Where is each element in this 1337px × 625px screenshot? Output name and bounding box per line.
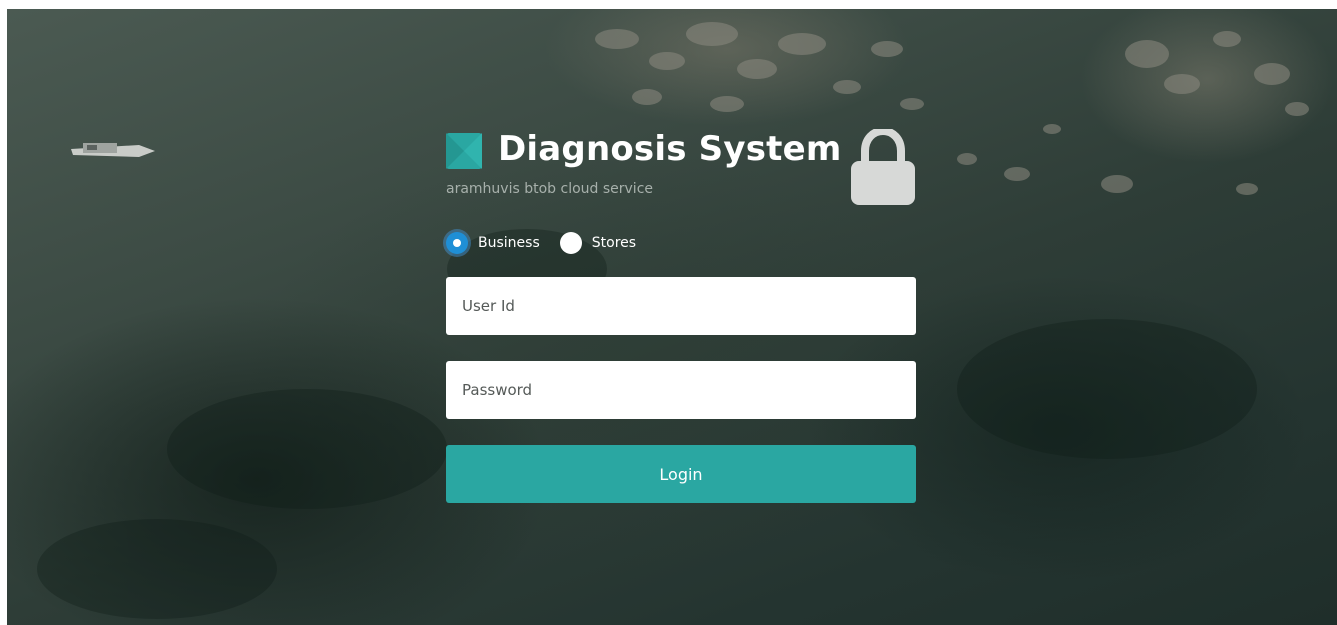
password-input[interactable] — [446, 361, 916, 419]
login-type-selector: Business Stores — [446, 231, 916, 255]
app-title: Diagnosis System — [498, 129, 842, 169]
radio-stores-label: Stores — [591, 235, 637, 251]
radio-unselected-icon[interactable] — [559, 232, 582, 254]
radio-stores[interactable]: Stores — [559, 232, 637, 254]
lock-icon — [851, 129, 915, 205]
radio-business-label: Business — [478, 235, 540, 251]
background-aerial-image: Diagnosis System aramhuvis btob cloud se… — [7, 9, 1337, 625]
radio-business[interactable]: Business — [446, 232, 540, 254]
login-panel: Diagnosis System aramhuvis btob cloud se… — [446, 129, 916, 503]
brand-header: Diagnosis System — [446, 129, 916, 205]
user-id-input[interactable] — [446, 277, 916, 335]
logo-square-icon — [446, 133, 482, 169]
boat-image — [71, 143, 155, 157]
login-button[interactable]: Login — [446, 445, 916, 503]
radio-selected-icon[interactable] — [446, 232, 468, 254]
app-subtitle: aramhuvis btob cloud service — [446, 181, 654, 197]
